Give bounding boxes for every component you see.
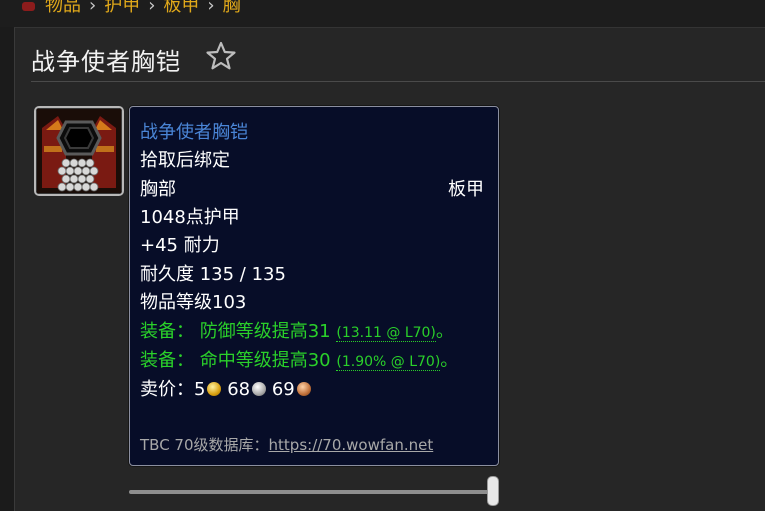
silver-coin-icon [252, 382, 267, 396]
sell-copper-amount: 69 [271, 379, 295, 400]
title-divider [31, 81, 765, 82]
home-icon[interactable] [22, 1, 35, 11]
breadcrumb: 物品 › 护甲 › 板甲 › 胸 [22, 0, 241, 17]
copper-coin-icon [296, 382, 311, 396]
data-source-link[interactable]: https://70.wowfan.net [269, 436, 434, 454]
breadcrumb-item-plate[interactable]: 板甲 [163, 0, 199, 16]
sell-price-label: 卖价： [140, 379, 194, 400]
breadcrumb-separator: › [207, 0, 215, 16]
breadcrumb-item-chest[interactable]: 胸 [223, 0, 241, 16]
item-armor-value: 1048点护甲 [140, 207, 240, 228]
equip-effect-defense: 装备： 防御等级提高31 (13.11 @ L70)。 [140, 317, 454, 343]
sell-price: 卖价：5 68 69 [140, 375, 311, 401]
gold-coin-icon [207, 382, 222, 396]
equip-effect-rating-detail[interactable]: (13.11 @ L70) [336, 325, 436, 342]
equip-effect-rating-detail[interactable]: (1.90% @ L70) [336, 354, 441, 371]
plate-chest-armor-icon[interactable] [34, 106, 124, 196]
item-armor-type: 板甲 [448, 179, 484, 200]
level-slider-thumb[interactable] [487, 476, 499, 506]
equip-effect-text: 装备： 命中等级提高30 [140, 350, 331, 371]
item-stamina: +45 耐力 [140, 235, 220, 256]
data-source: TBC 70级数据库：https://70.wowfan.net [140, 434, 433, 455]
breadcrumb-item-items[interactable]: 物品 [45, 0, 81, 16]
data-source-label: TBC 70级数据库： [140, 436, 269, 454]
item-bind-type: 拾取后绑定 [140, 150, 230, 171]
equip-effect-end: 。 [435, 321, 454, 342]
equip-effect-end: 。 [440, 350, 459, 371]
item-name: 战争使者胸铠 [140, 122, 248, 143]
item-durability: 耐久度 135 / 135 [140, 264, 286, 285]
equip-effect-text: 装备： 防御等级提高31 [140, 321, 331, 342]
item-level: 物品等级103 [140, 292, 247, 313]
equip-effect-hit: 装备： 命中等级提高30 (1.90% @ L70)。 [140, 346, 458, 372]
item-slot: 胸部 [140, 179, 176, 200]
item-tooltip: 战争使者胸铠 拾取后绑定 胸部 板甲 1048点护甲 +45 耐力 耐久度 13… [129, 106, 499, 466]
breadcrumb-separator: › [148, 0, 156, 16]
sell-silver-amount: 68 [227, 379, 251, 400]
level-slider-track[interactable] [129, 490, 492, 494]
content-panel: 战争使者胸铠 战争使者胸铠 拾取后绑定 胸部 板甲 1048点护甲 +45 耐力… [14, 27, 765, 511]
breadcrumb-separator: › [89, 0, 97, 16]
star-outline-icon[interactable] [205, 40, 237, 72]
sell-gold-amount: 5 [194, 379, 206, 400]
breadcrumb-item-armor[interactable]: 护甲 [104, 0, 140, 16]
page-title: 战争使者胸铠 [31, 48, 181, 76]
top-nav-bar: 物品 › 护甲 › 板甲 › 胸 [0, 0, 765, 27]
